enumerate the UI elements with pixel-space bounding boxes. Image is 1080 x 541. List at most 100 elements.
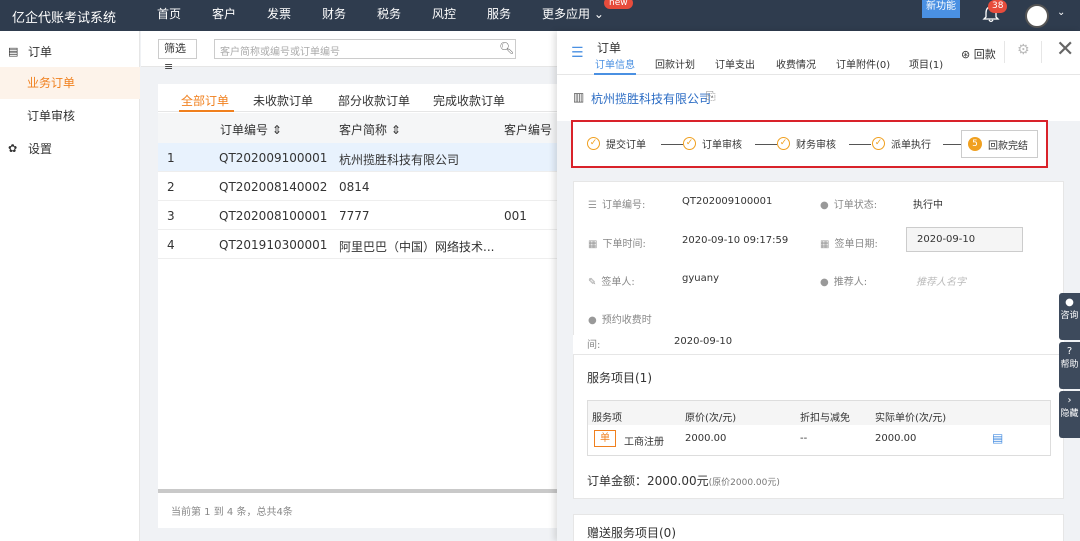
sidebar-group-settings[interactable]: ✿ 设置 [8, 138, 52, 158]
column-order-no[interactable]: 订单编号 ⇕ [220, 121, 282, 138]
column-original-price: 原价(次/元) [685, 413, 737, 424]
gear-icon: ✿ [8, 141, 18, 155]
app-brand[interactable]: 亿企代账考试系统 [12, 7, 116, 26]
order-status-value: 执行中 [913, 200, 943, 211]
step-label: 提交订单 [606, 140, 646, 151]
service-price: 2000.00 [685, 433, 727, 444]
nav-home[interactable]: 首页 [157, 0, 212, 31]
avatar[interactable] [1025, 4, 1049, 28]
pagination-info: 当前第 1 到 4 条，总共4条 [171, 507, 293, 518]
reserve-charge-label: ● 预约收费时 [588, 315, 652, 326]
sign-date-label: ▦ 签单日期: [820, 239, 878, 250]
tab-fully-paid-orders[interactable]: 完成收款订单 [433, 92, 505, 109]
order-no-value: QT202009100001 [682, 196, 773, 207]
tab-payment-plan[interactable]: 回款计划 [655, 56, 695, 71]
order-number: QT202008100001 [219, 209, 328, 223]
service-discount: -- [800, 433, 808, 444]
nav-invoice[interactable]: 发票 [267, 0, 322, 31]
signer-label: ✎ 签单人: [588, 277, 635, 288]
step-connector [943, 144, 961, 145]
hide-button[interactable]: › 隐藏 [1059, 391, 1080, 438]
horizontal-scrollbar[interactable] [158, 489, 560, 493]
filter-button[interactable]: 筛选 ≡ [158, 39, 197, 73]
close-icon[interactable]: ✕ [1056, 39, 1074, 61]
step-connector [849, 144, 871, 145]
nav-finance[interactable]: 财务 [322, 0, 377, 31]
settings-icon[interactable]: ⚙ [1017, 42, 1030, 58]
referrer-label: ● 推荐人: [820, 277, 868, 288]
tab-unpaid-orders[interactable]: 未收款订单 [253, 92, 313, 109]
order-tabs: 全部订单 未收款订单 部分收款订单 完成收款订单 [158, 84, 560, 112]
check-circle-icon: ✓ [683, 137, 696, 150]
main-nav: 首页 客户 发票 财务 税务 风控 服务 更多应用 ⌄ [157, 0, 622, 31]
refund-button[interactable]: ⊛ 回款 [961, 46, 996, 62]
chat-icon: ● [1065, 297, 1074, 308]
refund-icon: ⊛ [961, 48, 974, 61]
refund-label: 回款 [973, 48, 996, 61]
column-customer-name[interactable]: 客户简称 ⇕ [339, 121, 401, 138]
sidebar-group-label: 订单 [28, 44, 53, 59]
nav-customer[interactable]: 客户 [212, 0, 267, 31]
customer-name: 0814 [339, 180, 370, 194]
tab-partial-paid-orders[interactable]: 部分收款订单 [338, 92, 410, 109]
reserve-continuation: 间: 2020-09-10 [573, 335, 1064, 355]
nav-service[interactable]: 服务 [487, 0, 542, 31]
search-icon[interactable]: 🔍︎ [499, 41, 514, 55]
table-row[interactable]: 3 QT202008100001 7777 001 [158, 201, 560, 230]
step-payment-complete: 5 回款完结 [961, 130, 1038, 158]
document-icon[interactable]: ▤ [992, 431, 1003, 445]
tab-projects[interactable]: 项目(1) [909, 56, 943, 71]
order-number: QT202008140002 [219, 180, 328, 194]
reserve-label-continued: 间: [587, 340, 601, 351]
company-name[interactable]: 杭州揽胜科技有限公司 [591, 90, 711, 107]
sidebar-item-business-order[interactable]: 业务订单 [0, 67, 140, 99]
tab-order-info[interactable]: 订单信息 [595, 56, 635, 71]
service-actual-price: 2000.00 [875, 433, 917, 444]
sidebar-item-order-review[interactable]: 订单审核 [0, 100, 140, 132]
order-number: QT202009100001 [219, 151, 328, 165]
step-number: 5 [968, 137, 982, 151]
step-connector [755, 144, 777, 145]
sidebar-group-order[interactable]: ▤ 订单 [8, 41, 52, 61]
copy-icon[interactable]: ⎘ [706, 89, 716, 104]
calendar-icon: ▦ [588, 239, 598, 250]
tab-order-expense[interactable]: 订单支出 [715, 56, 755, 71]
help-label: 帮助 [1060, 360, 1079, 370]
nav-tax[interactable]: 税务 [377, 0, 432, 31]
filter-bar: 筛选 ≡ 客户简称或编号或订单编号 🔍︎ [141, 31, 560, 73]
check-circle-icon: ✓ [872, 137, 885, 150]
search-input[interactable]: 客户简称或编号或订单编号 🔍︎ [214, 39, 516, 59]
tab-all-orders[interactable]: 全部订单 [181, 92, 229, 109]
order-total-amount: 订单金额：2000.00元 [587, 474, 709, 488]
check-circle-icon: ✓ [777, 137, 790, 150]
table-row[interactable]: 2 QT202008140002 0814 [158, 172, 560, 201]
table-row[interactable]: 4 QT201910300001 阿里巴巴（中国）网络技术... [158, 230, 560, 259]
sign-date-field[interactable]: 2020-09-10 [906, 227, 1023, 252]
service-table-header: 服务项 原价(次/元) 折扣与减免 实际单价(次/元) [588, 401, 1050, 425]
chevron-down-icon[interactable]: ⌄ [1057, 7, 1065, 18]
customer-name: 杭州揽胜科技有限公司 [339, 153, 460, 167]
calendar-icon: ▦ [820, 239, 830, 250]
status-icon: ● [820, 200, 829, 211]
new-feature-button[interactable]: 新功能 [922, 0, 960, 18]
row-index: 3 [167, 209, 175, 223]
panel-header: ☰ 订单 订单信息 回款计划 订单支出 收费情况 订单附件(0) 项目(1) ⊛… [557, 31, 1080, 75]
sidebar: ▤ 订单 业务订单 订单审核 ✿ 设置 [0, 31, 140, 541]
column-customer-no[interactable]: 客户编号 [504, 121, 552, 138]
single-tag-badge: 单 [594, 430, 616, 447]
order-total-original: (原价2000.00元) [708, 478, 780, 488]
divider [1041, 41, 1042, 63]
consult-button[interactable]: ● 咨询 [1059, 293, 1080, 340]
consult-label: 咨询 [1060, 311, 1079, 321]
step-label: 回款完结 [988, 140, 1028, 152]
arrow-right-icon: › [1067, 395, 1072, 406]
signer-value: gyuany [682, 273, 719, 284]
table-row[interactable]: 1 QT202009100001 杭州揽胜科技有限公司 [158, 143, 560, 172]
tab-attachments[interactable]: 订单附件(0) [836, 56, 890, 71]
nav-risk[interactable]: 风控 [432, 0, 487, 31]
help-button[interactable]: ? 帮助 [1059, 342, 1080, 389]
tab-charges[interactable]: 收费情况 [776, 56, 816, 71]
service-items-card: 服务项目(1) 服务项 原价(次/元) 折扣与减免 实际单价(次/元) 单 工商… [573, 354, 1064, 499]
reserve-date-value: 2020-09-10 [674, 336, 733, 347]
referrer-field[interactable]: 推荐人名字 [916, 273, 966, 288]
